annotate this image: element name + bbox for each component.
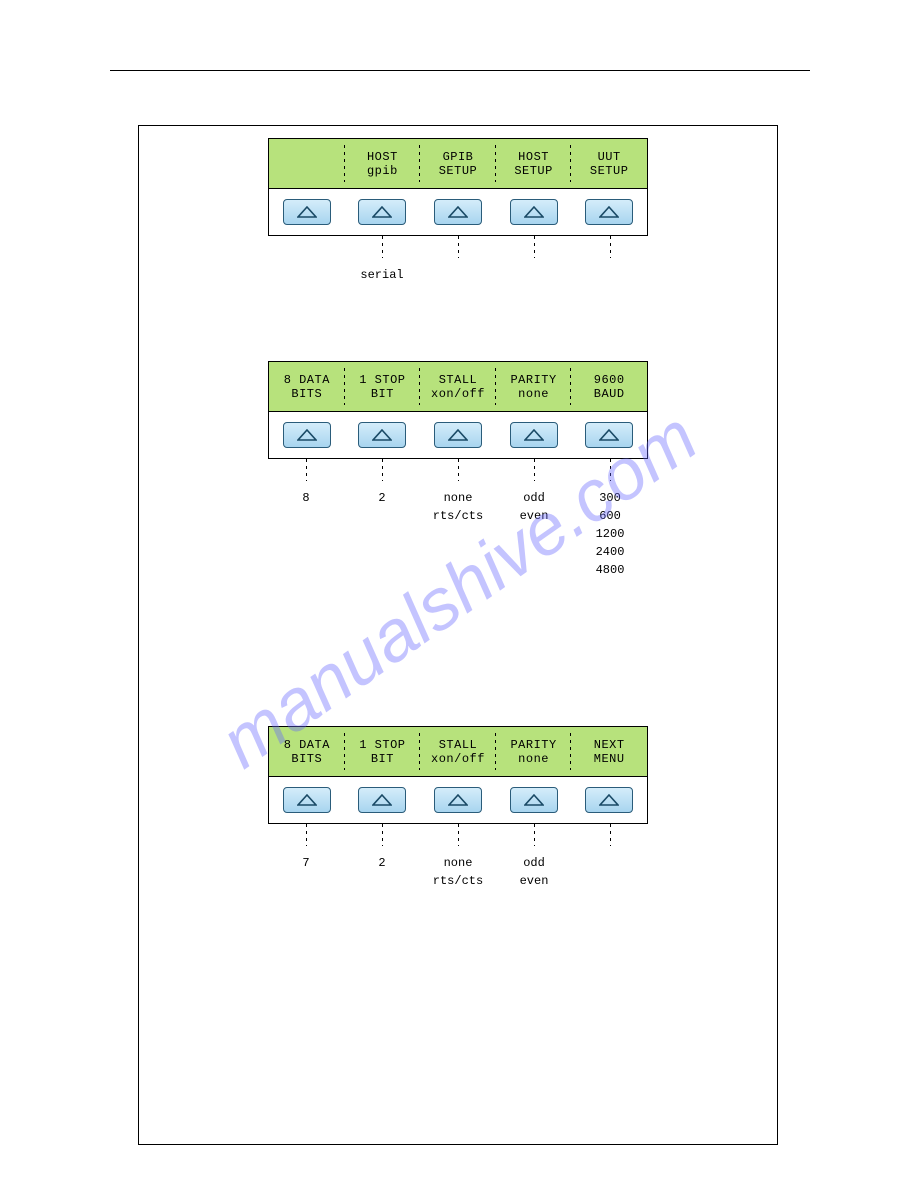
label-cell: UUT SETUP [571, 139, 647, 188]
tick-mark [306, 824, 307, 846]
label-line2: SETUP [439, 164, 478, 178]
options-row: 8 2 nonerts/cts oddeven 3006001200240048… [268, 489, 648, 579]
tick-mark [458, 459, 459, 481]
label-cell: HOST gpib [345, 139, 421, 188]
horizontal-rule [110, 70, 810, 71]
tick-mark [610, 236, 611, 258]
label-line1: GPIB [443, 150, 474, 164]
options-row: serial [268, 266, 648, 284]
label-line2: BITS [291, 387, 322, 401]
tick-row [268, 459, 648, 489]
tick-mark [534, 824, 535, 846]
softkey-button[interactable] [434, 199, 482, 225]
label-line1: 8 DATA [284, 373, 330, 387]
tick-mark [610, 459, 611, 481]
label-line2: BAUD [594, 387, 625, 401]
softkey-button[interactable] [585, 422, 633, 448]
tick-row [268, 236, 648, 266]
softkey-button[interactable] [358, 199, 406, 225]
label-cell: PARITY none [496, 362, 572, 411]
tick-mark [534, 459, 535, 481]
label-line1: 1 STOP [359, 373, 405, 387]
label-line2: SETUP [590, 164, 629, 178]
softkey-button[interactable] [358, 787, 406, 813]
menu-panel-2: 8 DATA BITS 1 STOP BIT STALL xon/off PAR… [268, 361, 648, 579]
tick-mark [382, 824, 383, 846]
label-cell: 8 DATA BITS [269, 362, 345, 411]
display-strip: 8 DATA BITS 1 STOP BIT STALL xon/off PAR… [269, 362, 647, 412]
label-line1: UUT [598, 150, 621, 164]
option-list: nonerts/cts [420, 854, 496, 890]
softkey-row [269, 412, 647, 458]
options-row: 7 2 nonerts/cts oddeven [268, 854, 648, 890]
label-line1: 1 STOP [359, 738, 405, 752]
tick-mark [458, 236, 459, 258]
menu-panel-1: HOST gpib GPIB SETUP HOST SETUP UUT SETU… [268, 138, 648, 284]
label-line1: NEXT [594, 738, 625, 752]
display-strip: 8 DATA BITS 1 STOP BIT STALL xon/off PAR… [269, 727, 647, 777]
menu-panel-3: 8 DATA BITS 1 STOP BIT STALL xon/off PAR… [268, 726, 648, 890]
softkey-button[interactable] [283, 422, 331, 448]
label-cell: HOST SETUP [496, 139, 572, 188]
label-line1: STALL [439, 738, 478, 752]
label-line2: MENU [594, 752, 625, 766]
label-cell: 1 STOP BIT [345, 727, 421, 776]
option-list: oddeven [496, 854, 572, 890]
softkey-row [269, 189, 647, 235]
label-line1: HOST [367, 150, 398, 164]
label-cell: NEXT MENU [571, 727, 647, 776]
softkey-button[interactable] [434, 787, 482, 813]
label-cell [269, 139, 345, 188]
label-line2: gpib [367, 164, 398, 178]
label-line1: PARITY [510, 738, 556, 752]
label-cell: STALL xon/off [420, 727, 496, 776]
tick-mark [610, 824, 611, 846]
tick-mark [382, 459, 383, 481]
tick-mark [534, 236, 535, 258]
display-strip: HOST gpib GPIB SETUP HOST SETUP UUT SETU… [269, 139, 647, 189]
softkey-button[interactable] [510, 787, 558, 813]
tick-mark [458, 824, 459, 846]
softkey-row [269, 777, 647, 823]
option-list: 8 [268, 489, 344, 579]
option-list: nonerts/cts [420, 489, 496, 579]
label-line2: BITS [291, 752, 322, 766]
label-cell: PARITY none [496, 727, 572, 776]
softkey-button[interactable] [510, 199, 558, 225]
tick-mark [306, 459, 307, 481]
option-list: serial [344, 266, 420, 284]
label-cell: 8 DATA BITS [269, 727, 345, 776]
softkey-button[interactable] [585, 787, 633, 813]
softkey-button[interactable] [283, 199, 331, 225]
label-cell: STALL xon/off [420, 362, 496, 411]
figure-frame: HOST gpib GPIB SETUP HOST SETUP UUT SETU… [138, 125, 778, 1145]
label-line2: none [518, 752, 549, 766]
label-line2: none [518, 387, 549, 401]
option-list: oddeven [496, 489, 572, 579]
label-line1: STALL [439, 373, 478, 387]
label-cell: GPIB SETUP [420, 139, 496, 188]
label-line1: HOST [518, 150, 549, 164]
tick-row [268, 824, 648, 854]
softkey-button[interactable] [434, 422, 482, 448]
softkey-button[interactable] [358, 422, 406, 448]
option-list: 7 [268, 854, 344, 890]
label-line2: SETUP [514, 164, 553, 178]
label-cell: 9600 BAUD [571, 362, 647, 411]
option-list: 2 [344, 854, 420, 890]
label-line1: 8 DATA [284, 738, 330, 752]
label-line2: BIT [371, 387, 394, 401]
option-list: 300600120024004800 [572, 489, 648, 579]
label-line1: PARITY [510, 373, 556, 387]
softkey-button[interactable] [283, 787, 331, 813]
label-line2: xon/off [431, 387, 485, 401]
tick-mark [382, 236, 383, 258]
softkey-button[interactable] [585, 199, 633, 225]
label-cell: 1 STOP BIT [345, 362, 421, 411]
option-list: 2 [344, 489, 420, 579]
softkey-button[interactable] [510, 422, 558, 448]
label-line2: xon/off [431, 752, 485, 766]
label-line2: BIT [371, 752, 394, 766]
label-line1: 9600 [594, 373, 625, 387]
